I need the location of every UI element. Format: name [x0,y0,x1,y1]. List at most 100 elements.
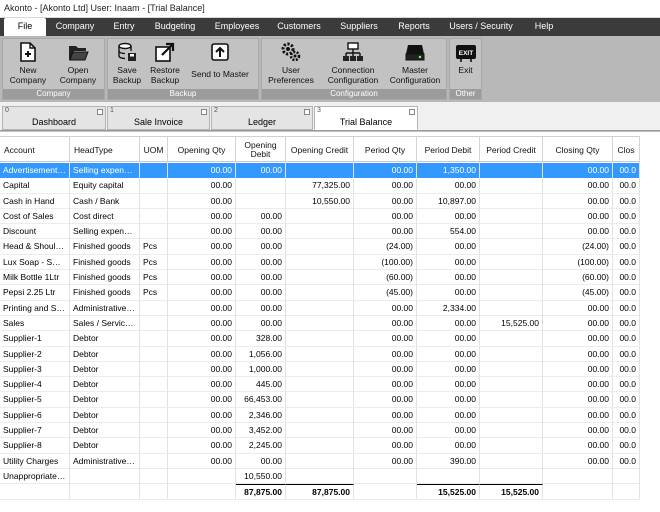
cell-closing-qty[interactable]: 00.00 [543,438,613,454]
cell-uom[interactable] [140,407,168,423]
cell-account[interactable]: Supplier-5 [0,392,70,408]
tab-sale-invoice[interactable]: 1 Sale Invoice [107,106,210,130]
cell-opening-credit[interactable]: 77,325.00 [286,178,354,194]
cell-uom[interactable] [140,224,168,240]
cell-opening-debit[interactable]: 00.00 [236,270,286,286]
table-row[interactable]: Supplier-3 Debtor 00.00 1,000.00 00.00 00.00 0… [0,361,640,378]
menu-help[interactable]: Help [522,18,566,36]
cell-closing-qty[interactable]: (100.00) [543,254,613,270]
cell-period-debit[interactable]: 390.00 [417,453,480,469]
cell-closing-qty[interactable] [543,484,613,500]
cell-account[interactable]: Supplier-1 [0,331,70,347]
cell-opening-debit[interactable]: 00.00 [236,315,286,331]
cell-opening-debit[interactable]: 00.00 [236,300,286,316]
cell-closing[interactable]: 00.0 [613,239,640,255]
cell-opening-debit[interactable]: 445.00 [236,377,286,393]
cell-period-credit[interactable] [480,438,543,454]
table-row[interactable]: Advertisement Ex... Selling expenses 00.00… [0,163,640,179]
tab-ledger[interactable]: 2 Ledger [211,106,313,130]
cell-head-type[interactable]: Selling expenses [70,224,140,240]
cell-head-type[interactable]: Administrative ex... [70,453,140,469]
cell-period-credit[interactable] [480,163,543,178]
cell-head-type[interactable]: Selling expenses [70,163,140,178]
cell-account[interactable]: Utility Charges [0,453,70,469]
cell-period-credit[interactable] [480,239,543,255]
cell-period-debit[interactable]: 00.00 [417,438,480,454]
cell-account[interactable]: Cost of Sales [0,208,70,224]
cell-account[interactable]: Supplier-2 [0,346,70,362]
cell-opening-credit[interactable] [286,361,354,377]
cell-account[interactable]: Discount [0,224,70,240]
cell-account[interactable] [0,484,70,500]
cell-opening-debit[interactable]: 1,000.00 [236,361,286,377]
cell-period-debit[interactable]: 00.00 [417,361,480,377]
cell-closing[interactable]: 00.0 [613,453,640,469]
cell-period-qty[interactable]: 00.00 [354,163,417,178]
cell-period-credit[interactable] [480,361,543,377]
cell-opening-debit[interactable]: 2,245.00 [236,438,286,454]
cell-closing-qty[interactable] [543,468,613,484]
cell-closing-qty[interactable]: 00.00 [543,331,613,347]
cell-closing-qty[interactable]: 00.00 [543,392,613,408]
totals-row[interactable]: 87,875.00 87,875.00 15,525.00 15,525.00 [0,484,640,500]
cell-uom[interactable]: Pcs [140,239,168,255]
cell-period-credit[interactable] [480,453,543,469]
cell-period-credit[interactable] [480,392,543,408]
cell-opening-qty[interactable]: 00.00 [168,346,236,362]
column-header-opening-qty[interactable]: Opening Qty [168,137,236,163]
cell-opening-credit[interactable] [286,423,354,439]
cell-opening-debit[interactable]: 00.00 [236,163,286,178]
cell-closing[interactable]: 00.0 [613,285,640,301]
cell-uom[interactable]: Pcs [140,254,168,270]
cell-period-qty[interactable]: (45.00) [354,285,417,301]
cell-uom[interactable] [140,315,168,331]
cell-closing[interactable]: 00.0 [613,438,640,454]
cell-opening-debit[interactable]: 66,453.00 [236,392,286,408]
user-preferences-button[interactable]: User Preferences [262,39,320,91]
cell-period-qty[interactable]: 00.00 [354,346,417,362]
cell-head-type[interactable]: Finished goods [70,239,140,255]
table-row[interactable]: Supplier-2 Debtor 00.00 1,056.00 00.00 00.00 0… [0,346,640,362]
cell-uom[interactable] [140,346,168,362]
cell-period-qty[interactable]: 00.00 [354,407,417,423]
tab-close-icon[interactable] [304,109,310,115]
table-row[interactable]: Cost of Sales Cost direct 00.00 00.00 00.00 0… [0,208,640,225]
menu-company[interactable]: Company [46,18,104,36]
cell-closing-qty[interactable]: 00.00 [543,300,613,316]
cell-account[interactable]: Sales [0,315,70,331]
cell-opening-qty[interactable]: 00.00 [168,361,236,377]
cell-opening-debit[interactable]: 00.00 [236,224,286,240]
cell-uom[interactable] [140,193,168,209]
cell-period-credit[interactable] [480,300,543,316]
cell-head-type[interactable]: Debtor [70,438,140,454]
cell-closing-qty[interactable]: 00.00 [543,224,613,240]
cell-closing-qty[interactable]: (45.00) [543,285,613,301]
cell-head-type[interactable]: Equity capital [70,178,140,194]
cell-closing-qty[interactable]: 00.00 [543,193,613,209]
cell-period-credit[interactable] [480,193,543,209]
cell-opening-debit[interactable]: 00.00 [236,208,286,224]
cell-uom[interactable] [140,331,168,347]
cell-period-debit[interactable]: 2,334.00 [417,300,480,316]
cell-opening-credit[interactable] [286,270,354,286]
cell-account[interactable]: Milk Bottle 1Ltr [0,270,70,286]
menu-suppliers[interactable]: Suppliers [330,18,388,36]
cell-head-type[interactable]: Debtor [70,392,140,408]
cell-period-credit[interactable] [480,254,543,270]
cell-opening-credit[interactable] [286,239,354,255]
menu-entry[interactable]: Entry [104,18,144,36]
cell-period-qty[interactable]: 00.00 [354,361,417,377]
cell-head-type[interactable]: Debtor [70,346,140,362]
cell-account[interactable]: Cash in Hand [0,193,70,209]
cell-opening-debit[interactable]: 2,346.00 [236,407,286,423]
cell-opening-debit[interactable]: 00.00 [236,254,286,270]
cell-opening-debit[interactable]: 328.00 [236,331,286,347]
cell-opening-credit[interactable] [286,346,354,362]
column-header-head-type[interactable]: HeadType [70,137,140,163]
table-row[interactable]: Unappropriated P... 10,550.00 [0,468,640,485]
cell-head-type[interactable]: Finished goods [70,270,140,286]
table-row[interactable]: Capital Equity capital 00.00 77,325.00 00.00… [0,178,640,194]
cell-period-credit[interactable] [480,208,543,224]
table-row[interactable]: Utility Charges Administrative ex... 00.00… [0,453,640,469]
cell-period-debit[interactable]: 00.00 [417,331,480,347]
